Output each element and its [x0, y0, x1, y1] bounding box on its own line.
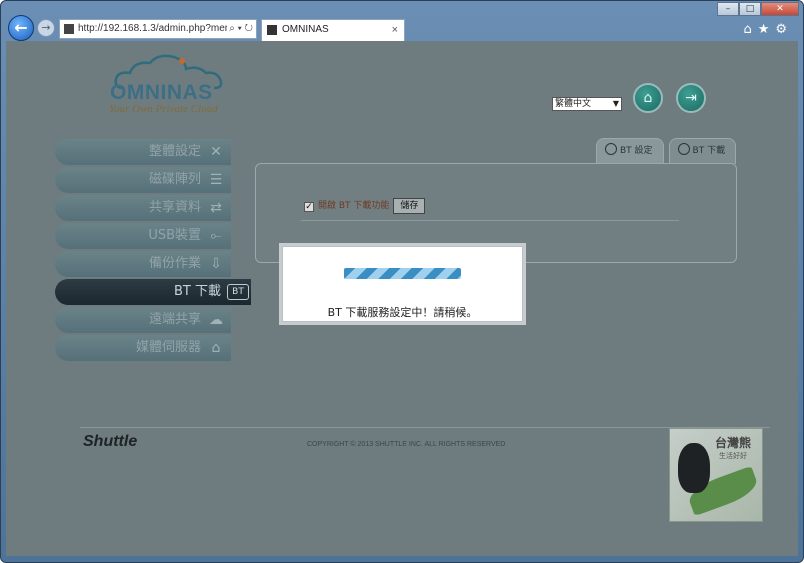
address-bar[interactable]: http://192.168.1.3/admin.php?mer ⌕ ▾ ↻	[59, 19, 257, 39]
bt-download-icon	[677, 143, 690, 155]
browser-tools-icons[interactable]: ⌂★⚙	[743, 22, 793, 37]
logo-tagline: Your Own Private Cloud	[109, 103, 218, 115]
menu-item-label: 共享資料	[148, 200, 201, 215]
enable-bt-row: ✓ 開啟 BT 下載功能 儲存	[304, 198, 426, 214]
address-search-refresh-icon[interactable]: ⌕ ▾ ↻	[227, 20, 253, 38]
menu-item-label: 媒體伺服器	[135, 340, 201, 355]
copyright-text: COPYRIGHT © 2013 SHUTTLE INC. ALL RIGHTS…	[307, 441, 506, 448]
maximize-button[interactable]: □	[739, 2, 761, 16]
bear-icon	[678, 443, 710, 493]
badge-title: 台灣熊	[715, 436, 752, 450]
badge-subtitle: 生活好好	[719, 452, 747, 460]
menu-item-shared-data[interactable]: 共享資料 ⇄	[55, 195, 231, 221]
backup-download-icon: ⇩	[210, 256, 222, 272]
logout-button[interactable]: ⇥	[676, 83, 706, 113]
tools-icon: ✕	[210, 144, 222, 160]
footer-divider	[80, 427, 770, 428]
menu-item-label: 整體設定	[148, 144, 201, 159]
disk-stack-icon: ☰	[209, 172, 223, 188]
tab-close-icon[interactable]: ×	[392, 20, 398, 40]
menu-item-raid[interactable]: 磁碟陣列 ☰	[55, 167, 231, 193]
tab-bt-download[interactable]: BT 下載	[668, 138, 737, 164]
tab-label: BT 設定	[620, 146, 653, 156]
menu-item-label: 備份作業	[148, 256, 201, 271]
save-button[interactable]: 儲存	[393, 198, 426, 214]
share-arrows-icon: ⇄	[210, 200, 222, 216]
shuttle-logo: Shuttle	[83, 433, 138, 450]
close-window-button[interactable]: ✕	[761, 2, 799, 16]
bt-settings-icon	[605, 143, 617, 155]
sidebar-menu: 整體設定 ✕ 磁碟陣列 ☰ 共享資料 ⇄ USB裝置 ⟜ 備份作業 ⇩ BT 下…	[55, 139, 251, 363]
panel-tabs: BT 設定 BT 下載	[591, 138, 737, 164]
menu-item-label: USB裝置	[148, 228, 201, 243]
bt-icon: BT	[227, 284, 249, 300]
media-server-icon: ⌂	[211, 340, 221, 356]
loading-message: BT 下載服務設定中！請稍候。	[327, 306, 478, 319]
home-button[interactable]: ⌂	[633, 83, 663, 113]
menu-item-bt-download[interactable]: BT 下載 BT	[55, 279, 251, 305]
browser-window: ← → http://192.168.1.3/admin.php?mer ⌕ ▾…	[0, 0, 804, 563]
tab-title: OMNINAS	[282, 24, 329, 35]
omninas-logo: OMNINAS Your Own Private Cloud	[106, 53, 241, 115]
window-controls: – □ ✕	[717, 2, 799, 16]
enable-bt-label: 開啟 BT 下載功能	[318, 201, 390, 211]
menu-item-label: 磁碟陣列	[148, 172, 201, 187]
tab-label: BT 下載	[692, 146, 726, 156]
tab-bt-settings[interactable]: BT 設定	[596, 138, 664, 164]
address-url: http://192.168.1.3/admin.php?mer	[78, 23, 229, 34]
logo-text: OMNINAS	[110, 81, 213, 104]
tab-favicon-icon	[267, 25, 277, 35]
chevron-down-icon: ▼	[612, 99, 619, 108]
menu-item-usb-devices[interactable]: USB裝置 ⟜	[55, 223, 231, 249]
page-favicon-icon	[64, 24, 74, 34]
back-button[interactable]: ←	[8, 15, 34, 41]
browser-tab[interactable]: OMNINAS ×	[261, 19, 405, 41]
menu-item-backup[interactable]: 備份作業 ⇩	[55, 251, 231, 277]
menu-item-remote-share[interactable]: 遠端共享 ☁	[55, 307, 231, 333]
forward-button[interactable]: →	[37, 19, 55, 37]
minimize-button[interactable]: –	[717, 2, 739, 16]
menu-item-label: 遠端共享	[148, 312, 201, 327]
language-value: 繁體中文	[555, 99, 592, 109]
divider	[301, 220, 679, 221]
watermark-badge: 台灣熊 生活好好	[669, 428, 763, 522]
browser-titlebar: ← → http://192.168.1.3/admin.php?mer ⌕ ▾…	[1, 1, 803, 41]
enable-bt-checkbox[interactable]: ✓	[304, 202, 314, 212]
menu-item-media-server[interactable]: 媒體伺服器 ⌂	[55, 335, 231, 361]
page-viewport: OMNINAS Your Own Private Cloud 繁體中文 ▼ ⌂ …	[6, 41, 798, 556]
menu-item-label: BT 下載	[174, 284, 221, 299]
cloud-folder-icon: ☁	[209, 312, 223, 328]
menu-item-general-settings[interactable]: 整體設定 ✕	[55, 139, 231, 165]
language-select[interactable]: 繁體中文 ▼	[552, 97, 622, 111]
loading-dialog: BT 下載服務設定中！請稍候。	[282, 246, 523, 322]
progress-bar	[344, 268, 461, 279]
usb-icon: ⟜	[210, 228, 222, 244]
